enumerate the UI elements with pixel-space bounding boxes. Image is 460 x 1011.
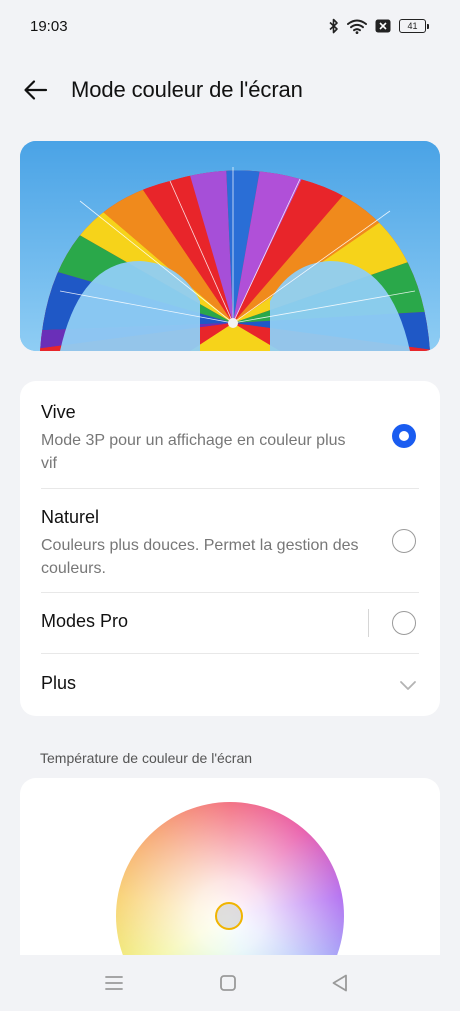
option-vive[interactable]: Vive Mode 3P pour un affichage en couleu…: [20, 381, 440, 488]
option-vive-radio[interactable]: [392, 424, 416, 448]
option-vive-title: Vive: [41, 402, 76, 422]
option-naturel[interactable]: Naturel Couleurs plus douces. Permet la …: [20, 489, 440, 592]
bluetooth-icon: [329, 18, 338, 34]
screen: 19:03 41 Mode couleur de l'écran Vive Mo…: [0, 0, 460, 1011]
option-naturel-description: Couleurs plus douces. Permet la gestion …: [41, 537, 359, 577]
vertical-separator: [368, 609, 369, 637]
status-time: 19:03: [30, 18, 68, 35]
option-naturel-title: Naturel: [41, 507, 100, 527]
temperature-section-label: Température de couleur de l'écran: [40, 750, 253, 766]
back-triangle-icon[interactable]: [328, 971, 352, 995]
home-icon[interactable]: [216, 971, 240, 995]
page-title: Mode couleur de l'écran: [71, 77, 303, 102]
color-wheel-knob[interactable]: [215, 902, 243, 930]
option-modes-pro-title: Modes Pro: [41, 611, 129, 631]
status-bar: 19:03 41: [0, 0, 460, 56]
option-modes-pro[interactable]: Modes Pro: [20, 593, 440, 653]
back-arrow-icon: [24, 80, 48, 100]
option-plus[interactable]: Plus: [20, 654, 440, 716]
header: Mode couleur de l'écran: [0, 68, 460, 112]
menu-icon[interactable]: [102, 971, 126, 995]
navigation-bar: [0, 955, 460, 1011]
option-vive-description: Mode 3P pour un affichage en couleur plu…: [41, 432, 346, 472]
chevron-down-icon: [400, 681, 416, 690]
color-mode-card: Vive Mode 3P pour un affichage en couleu…: [20, 381, 440, 716]
sim-card-icon: [375, 19, 391, 33]
back-button[interactable]: [22, 76, 50, 104]
status-icons: 41: [329, 18, 429, 34]
preview-image: [20, 141, 440, 351]
option-modes-pro-radio[interactable]: [392, 611, 416, 635]
battery-level: 41: [407, 20, 418, 31]
option-plus-title: Plus: [41, 673, 77, 693]
wifi-icon: [347, 19, 367, 34]
option-naturel-radio[interactable]: [392, 529, 416, 553]
battery-icon: 41: [399, 19, 429, 33]
